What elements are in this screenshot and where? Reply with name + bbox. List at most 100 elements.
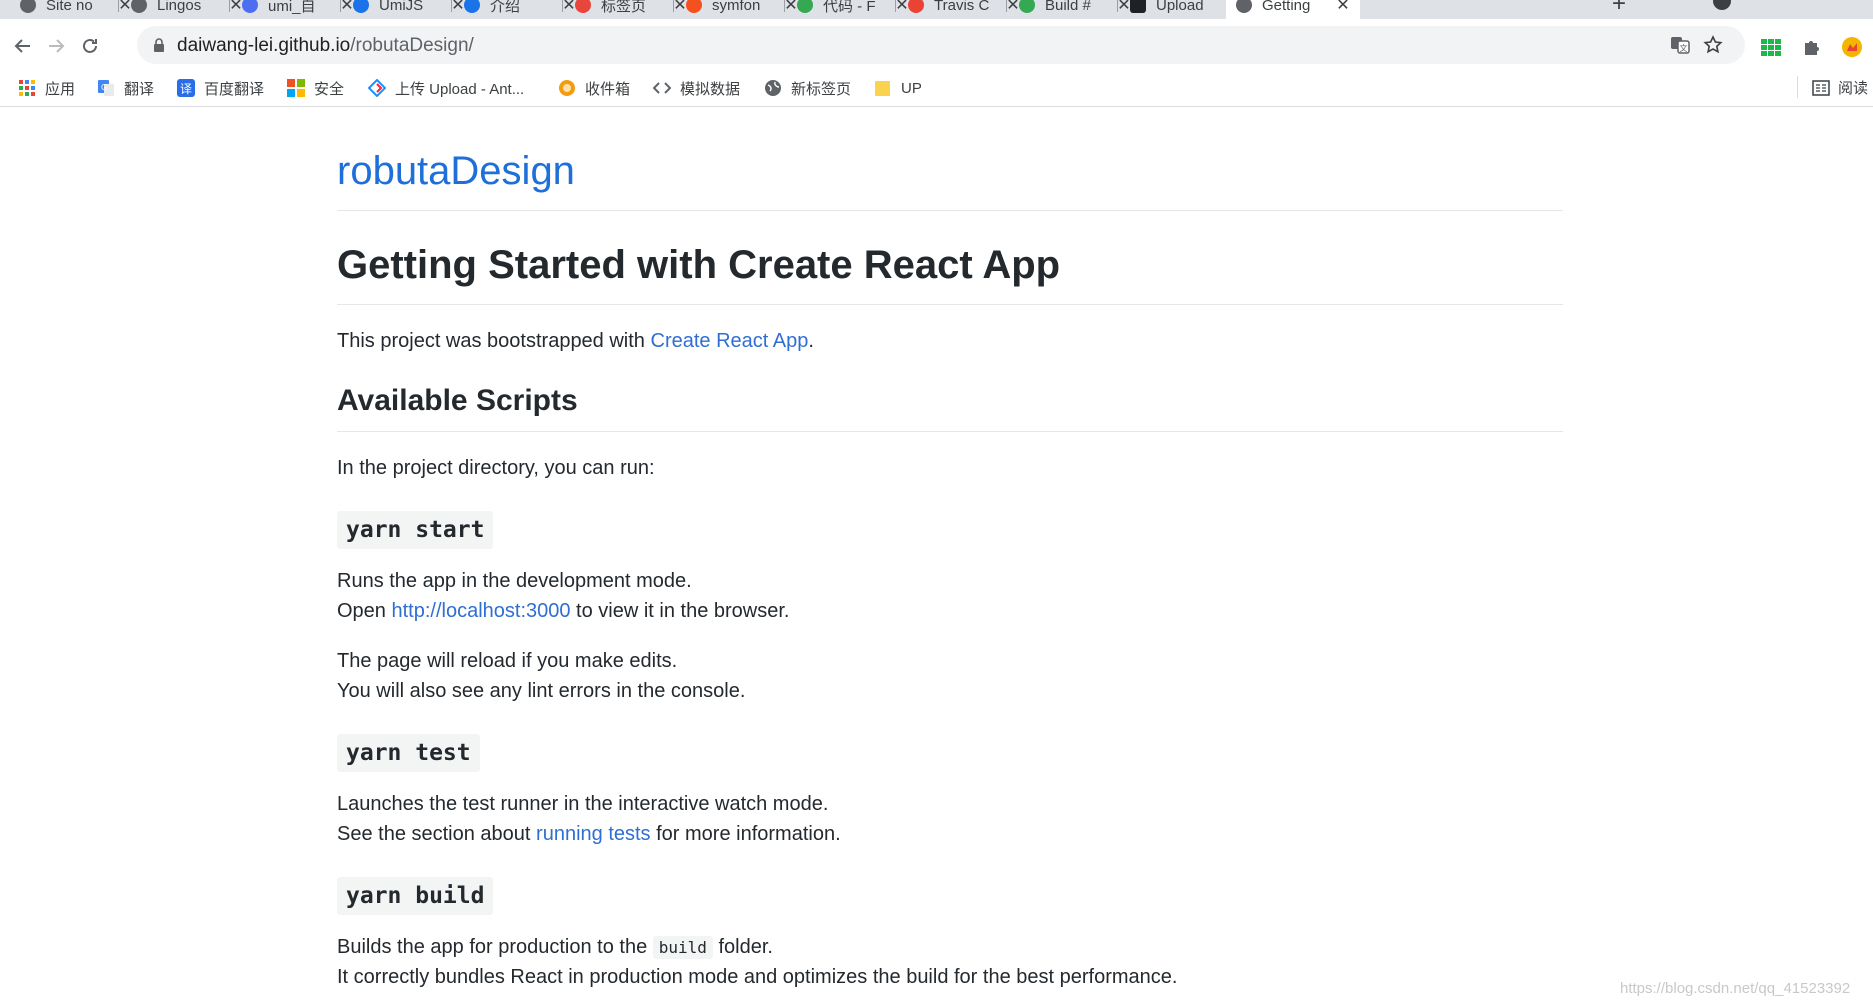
divider: [337, 304, 1563, 305]
bookmark-apps[interactable]: 应用: [18, 77, 75, 99]
tab-title: Upload: [1156, 0, 1204, 14]
extension-grid-icon[interactable]: [1760, 36, 1782, 58]
new-tab-icon[interactable]: +: [1612, 0, 1626, 18]
start-line-1: Runs the app in the development mode.: [337, 570, 692, 592]
tab-title: UmiJS: [379, 0, 424, 14]
tab-title: 代码 - F: [823, 0, 876, 15]
build-prefix-text: Builds the app for production to the: [337, 936, 653, 958]
reading-list-button[interactable]: 阅读: [1812, 77, 1868, 98]
bookmark-label: 收件箱: [585, 80, 631, 98]
close-icon[interactable]: ✕: [1336, 0, 1350, 15]
start-line-2: Open http://localhost:3000 to view it in…: [337, 596, 789, 626]
tab-search-icon[interactable]: [1713, 0, 1731, 10]
reading-list-icon: [1812, 79, 1830, 96]
running-tests-link[interactable]: running tests: [536, 823, 651, 845]
bookmark-security[interactable]: 安全: [287, 77, 344, 99]
apps-grid-icon: [19, 80, 35, 96]
folder-icon: [875, 81, 890, 96]
reload-icon: [83, 38, 97, 53]
page-title: Getting Started with Create React App: [337, 243, 1061, 287]
svg-text:文: 文: [1680, 43, 1688, 53]
tab-favicon-icon: [686, 0, 702, 13]
tab-title: symfon: [712, 0, 761, 14]
tab-title: Travis C: [934, 0, 990, 14]
tab-title: 介绍: [490, 0, 521, 15]
intro-suffix: .: [808, 330, 814, 352]
bookmark-label: UP: [901, 79, 922, 97]
inbox-icon: [559, 80, 575, 96]
bookmark-label: 安全: [314, 80, 345, 98]
tab-favicon-icon: [1236, 0, 1252, 13]
start-line-3: The page will reload if you make edits.: [337, 650, 678, 672]
bookmark-mock-data[interactable]: 模拟数据: [653, 77, 740, 99]
tab-title: Getting: [1262, 0, 1311, 14]
bookmarks-divider: [1797, 76, 1798, 98]
build-folder-code: build: [652, 936, 713, 959]
tab-favicon-icon: [575, 0, 591, 13]
tab-favicon-icon: [1130, 0, 1146, 13]
build-suffix-text: folder.: [712, 936, 773, 958]
start-line-4: You will also see any lint errors in the…: [337, 680, 746, 702]
bookmark-translate[interactable]: G 翻译: [97, 77, 154, 99]
tab-favicon-icon: [131, 0, 147, 13]
browser-tab-active[interactable]: Getting ✕: [1226, 0, 1360, 19]
bookmark-label: 应用: [45, 80, 76, 98]
back-button[interactable]: [8, 31, 38, 61]
bookmark-inbox[interactable]: 收件箱: [558, 77, 630, 99]
build-line-2: It correctly bundles React in production…: [337, 966, 1178, 988]
lock-icon[interactable]: [153, 38, 165, 52]
browser-toolbar: daiwang-lei.github.io/robutaDesign/ 文: [0, 19, 1873, 71]
tab-favicon-icon: [242, 0, 258, 13]
watermark-text: https://blog.csdn.net/qq_41523392: [1620, 980, 1851, 997]
reload-button[interactable]: [75, 31, 105, 61]
url-host: daiwang-lei.github.io: [177, 35, 351, 56]
tab-strip: Site no ✕ Lingos ✕ umi_自 ✕ UmiJS ✕ 介绍 ✕ …: [0, 0, 1873, 19]
tab-favicon-icon: [797, 0, 813, 13]
code-icon: [653, 82, 671, 94]
site-title-link[interactable]: robutaDesign: [337, 149, 575, 194]
address-bar[interactable]: daiwang-lei.github.io/robutaDesign/ 文: [137, 26, 1745, 64]
yarn-start-heading: yarn start: [337, 511, 494, 549]
tab-title: 标签页: [601, 0, 647, 15]
bookmark-baidu-translate[interactable]: 译 百度翻译: [177, 77, 264, 99]
create-react-app-link[interactable]: Create React App: [651, 330, 809, 352]
forward-button[interactable]: [41, 31, 71, 61]
ant-design-icon: [368, 79, 386, 97]
divider: [337, 431, 1563, 432]
profile-avatar-icon[interactable]: [1841, 36, 1863, 58]
tab-favicon-icon: [908, 0, 924, 13]
bookmark-upload-ant[interactable]: 上传 Upload - Ant...: [368, 77, 524, 99]
bookmark-up-folder[interactable]: UP: [874, 77, 922, 99]
google-translate-icon: G: [98, 80, 114, 96]
start-open-text: Open: [337, 600, 392, 622]
bookmark-label: 上传 Upload - Ant...: [395, 80, 525, 98]
bookmark-new-tab[interactable]: 新标签页: [764, 77, 851, 99]
svg-text:译: 译: [180, 82, 192, 96]
reading-list-label: 阅读: [1838, 80, 1869, 97]
localhost-link[interactable]: http://localhost:3000: [391, 600, 570, 622]
start-browser-text: to view it in the browser.: [570, 600, 790, 622]
divider: [337, 210, 1563, 211]
build-line-1: Builds the app for production to the bui…: [337, 932, 773, 963]
bookmark-label: 新标签页: [791, 80, 852, 98]
intro-text: This project was bootstrapped with: [337, 330, 651, 352]
available-scripts-heading: Available Scripts: [337, 384, 578, 417]
puzzle-icon[interactable]: [1801, 36, 1823, 58]
svg-text:G: G: [101, 83, 107, 92]
microsoft-icon: [287, 79, 305, 97]
bookmark-label: 翻译: [124, 80, 155, 98]
intro-paragraph: This project was bootstrapped with Creat…: [337, 326, 814, 356]
bookmark-label: 百度翻译: [204, 80, 265, 98]
translate-icon[interactable]: 文: [1670, 35, 1690, 55]
tab-title: Lingos: [157, 0, 202, 14]
yarn-build-heading: yarn build: [337, 877, 494, 915]
tab-title: Build #: [1045, 0, 1091, 14]
bookmark-label: 模拟数据: [680, 80, 741, 98]
baidu-translate-icon: 译: [177, 79, 195, 97]
test-line-1: Launches the test runner in the interact…: [337, 793, 829, 815]
test-info-text: for more information.: [650, 823, 841, 845]
globe-icon: [765, 80, 781, 96]
bookmark-star-icon[interactable]: [1703, 35, 1723, 55]
test-section-text: See the section about: [337, 823, 537, 845]
url-text[interactable]: daiwang-lei.github.io/robutaDesign/: [177, 35, 474, 57]
